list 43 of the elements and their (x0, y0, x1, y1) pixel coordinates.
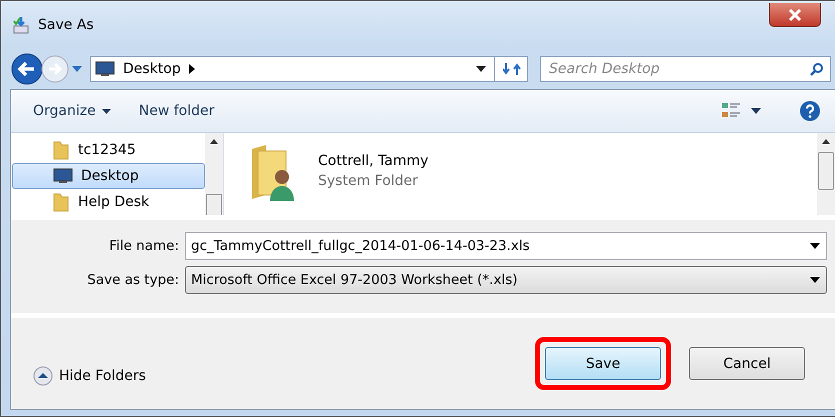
monitor-icon (95, 61, 115, 77)
scroll-up-icon[interactable] (822, 139, 830, 144)
scroll-up-icon[interactable] (210, 139, 218, 144)
file-type: System Folder (318, 173, 419, 189)
scrollbar[interactable] (817, 133, 835, 215)
hide-folders-button[interactable]: Hide Folders (33, 366, 146, 386)
address-bar[interactable]: Desktop (90, 56, 528, 82)
field-label: Save as type: (86, 272, 179, 288)
file-item[interactable]: Cottrell, Tammy System Folder (250, 143, 817, 203)
toolbar-button[interactable]: New folder (128, 99, 224, 123)
folder-icon (52, 192, 70, 212)
monitor-icon (53, 168, 73, 184)
forward-button[interactable] (40, 54, 70, 84)
field-label: File name: (108, 238, 179, 254)
window-title: Save As (38, 17, 94, 33)
dialog-button[interactable]: Cancel (689, 347, 805, 380)
close-icon (788, 8, 802, 20)
back-button[interactable] (10, 52, 44, 86)
location-text: Desktop (123, 61, 181, 77)
organize-menu[interactable]: Organize (23, 99, 121, 123)
tree-item[interactable]: tc12345 (11, 137, 205, 163)
dropdown-icon (810, 243, 820, 249)
scroll-thumb[interactable] (206, 194, 222, 215)
tree-item[interactable]: Desktop (12, 163, 205, 189)
help-icon[interactable] (799, 100, 821, 122)
scrollbar[interactable] (205, 133, 223, 215)
file-name: Cottrell, Tammy (318, 153, 428, 169)
file-name-field[interactable]: gc_TammyCottrell_fullgc_2014-01-06-14-03-23.xls (185, 232, 827, 260)
dropdown-icon[interactable] (476, 66, 486, 72)
search-icon (810, 62, 824, 76)
refresh-icon[interactable] (503, 61, 521, 77)
search-field[interactable]: Search Desktop (540, 56, 831, 82)
scroll-thumb[interactable] (818, 152, 834, 190)
arrow-icon (188, 64, 195, 74)
tree-item[interactable]: Help Desk (11, 189, 205, 215)
file-type-dropdown[interactable]: Microsoft Office Excel 97-2003 Worksheet (*.xls) (185, 266, 827, 294)
folder-icon (52, 140, 70, 160)
caret-icon (102, 108, 111, 114)
caret-icon[interactable] (751, 108, 761, 114)
close-button[interactable] (769, 3, 821, 27)
dropdown-icon (810, 277, 820, 283)
collapse-icon (33, 366, 53, 386)
dialog-button[interactable]: Save (545, 347, 661, 380)
